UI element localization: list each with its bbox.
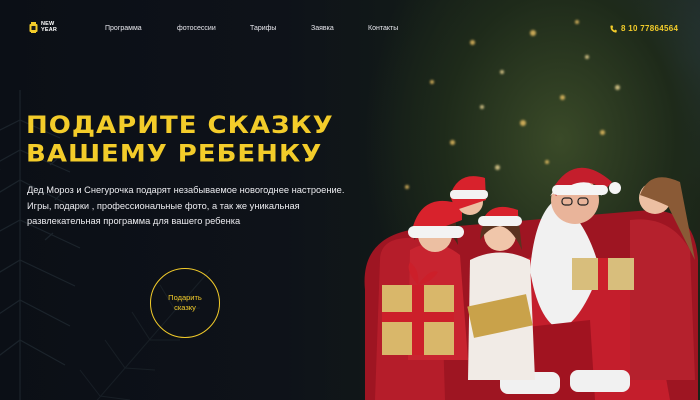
hero-title-line2: вашему ребенку <box>26 140 323 169</box>
phone-link[interactable]: 8 10 77864564 <box>610 24 678 33</box>
fir-branch-decoration-lower <box>79 269 211 400</box>
nav-item-photosessions[interactable]: фотосессии <box>177 25 216 32</box>
nav-item-contacts[interactable]: Контакты <box>368 25 398 32</box>
hero-title-line1: Подарите сказку <box>26 112 334 140</box>
hero-description: Дед Мороз и Снегурочка подарят незабывае… <box>27 185 345 227</box>
phone-icon <box>610 25 617 33</box>
nav-item-program[interactable]: Программа <box>105 25 142 32</box>
hero-title: Подарите сказку вашему ребенку <box>26 112 356 169</box>
landing-page: NEW YEAR Программа фотосессии Тарифы Зая… <box>0 0 700 400</box>
nav-item-application[interactable]: Заявка <box>311 25 334 32</box>
nav-item-tariffs[interactable]: Тарифы <box>250 25 276 32</box>
phone-number: 8 10 77864564 <box>621 24 679 33</box>
gift-fairytale-button[interactable]: Подарить сказку <box>150 268 220 338</box>
site-header: NEW YEAR Программа фотосессии Тарифы Зая… <box>0 0 700 58</box>
main-nav: Программа фотосессии Тарифы Заявка Конта… <box>0 25 700 37</box>
cta-label: Подарить сказку <box>168 293 202 312</box>
hero-photo-santa-with-children <box>364 167 698 400</box>
